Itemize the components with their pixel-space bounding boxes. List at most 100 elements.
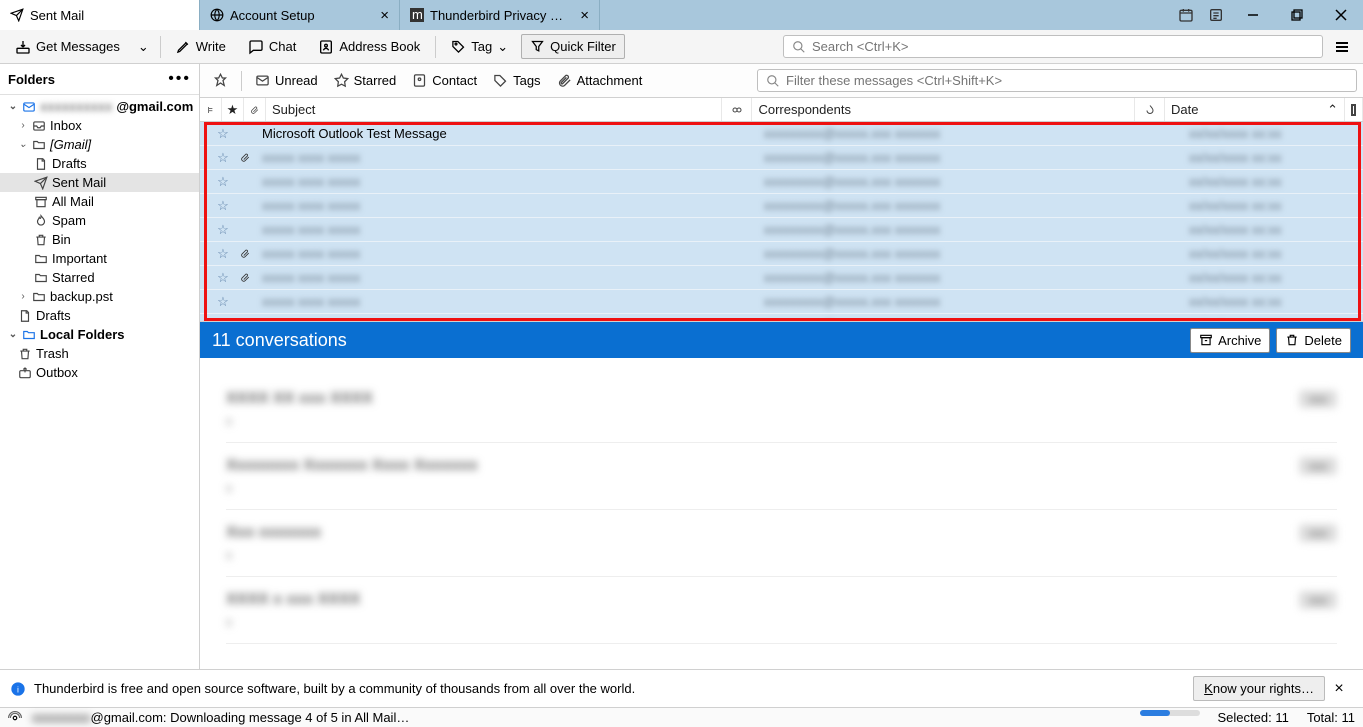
folder-tree[interactable]: ⌄ xxxxxxxxxx@gmail.com › Inbox ⌄ [Gmail]… <box>0 95 199 669</box>
star-toggle[interactable]: ☆ <box>212 194 234 217</box>
folder-inbox[interactable]: › Inbox <box>0 116 199 135</box>
get-messages-dropdown[interactable]: ⌄ <box>133 34 154 60</box>
window-controls <box>1171 0 1363 30</box>
star-toggle[interactable]: ☆ <box>212 170 234 193</box>
message-date: xx/xx/xxxx xx:xx <box>1183 122 1363 145</box>
filter-contact-button[interactable]: Contact <box>405 69 484 92</box>
message-correspondents: xxxxxxxxx@xxxxx.xxx xxxxxxx <box>758 146 1153 169</box>
tab-account-setup[interactable]: Account Setup × <box>200 0 400 30</box>
star-toggle[interactable]: ☆ <box>212 290 234 313</box>
local-folders-row[interactable]: ⌄ Local Folders <box>0 325 199 344</box>
filter-attachment-button[interactable]: Attachment <box>550 69 650 92</box>
message-row[interactable]: ☆xxxxx xxxx xxxxxxxxxxxxxx@xxxxx.xxx xxx… <box>200 314 1363 322</box>
col-size[interactable] <box>1135 98 1165 121</box>
message-filter-input[interactable] <box>786 73 1348 88</box>
tab-sent-mail[interactable]: Sent Mail <box>0 0 200 30</box>
star-toggle[interactable]: ☆ <box>212 218 234 241</box>
col-spam[interactable] <box>722 98 752 121</box>
app-menu-button[interactable] <box>1327 39 1357 55</box>
filter-pin-button[interactable] <box>206 69 235 92</box>
message-preview-pane[interactable]: xxxXXXX XX xxx XXXXx xxxXxxxxxxx Xxxxxxx… <box>200 358 1363 669</box>
folder-spam[interactable]: Spam <box>0 211 199 230</box>
folder-gmail[interactable]: ⌄ [Gmail] <box>0 135 199 154</box>
global-search[interactable] <box>783 35 1323 58</box>
main-toolbar: Get Messages ⌄ Write Chat Address Book T… <box>0 30 1363 64</box>
maximize-button[interactable] <box>1275 0 1319 30</box>
message-row[interactable]: ☆xxxxx xxxx xxxxxxxxxxxxxx@xxxxx.xxx xxx… <box>200 290 1363 314</box>
col-picker[interactable] <box>1345 98 1363 121</box>
calendar-icon[interactable] <box>1171 0 1201 30</box>
close-icon[interactable]: × <box>580 8 589 23</box>
star-toggle[interactable]: ☆ <box>212 242 234 265</box>
preview-item[interactable]: xxxXxx xxxxxxxx <box>226 510 1337 577</box>
quick-filter-button[interactable]: Quick Filter <box>521 34 625 59</box>
folder-important[interactable]: Important <box>0 249 199 268</box>
col-thread[interactable] <box>200 98 222 121</box>
message-row[interactable]: ☆xxxxx xxxx xxxxxxxxxxxxxx@xxxxx.xxx xxx… <box>200 170 1363 194</box>
col-star[interactable]: ★ <box>222 98 244 121</box>
close-icon[interactable]: × <box>380 8 389 23</box>
message-filter-search[interactable] <box>757 69 1357 92</box>
preview-item[interactable]: xxxXXXX XX xxx XXXXx <box>226 376 1337 443</box>
preview-item[interactable]: xxxXxxxxxxx Xxxxxxx Xxxx Xxxxxxxx <box>226 443 1337 510</box>
twisty-icon[interactable]: ⌄ <box>8 329 18 340</box>
folder-sent-mail[interactable]: Sent Mail <box>0 173 199 192</box>
star-toggle[interactable]: ☆ <box>212 122 234 145</box>
twisty-icon[interactable]: ⌄ <box>18 139 28 150</box>
message-row[interactable]: ☆xxxxx xxxx xxxxxxxxxxxxxx@xxxxx.xxx xxx… <box>200 242 1363 266</box>
col-attachment[interactable] <box>244 98 266 121</box>
folder-trash[interactable]: Trash <box>0 344 199 363</box>
activity-icon[interactable] <box>8 711 22 725</box>
svg-text:i: i <box>17 684 19 694</box>
twisty-icon[interactable]: ⌄ <box>8 101 18 112</box>
tag-button[interactable]: Tag ⌄ <box>442 34 517 60</box>
tab-label: Sent Mail <box>30 8 84 23</box>
folder-starred[interactable]: Starred <box>0 268 199 287</box>
folder-drafts[interactable]: Drafts <box>0 154 199 173</box>
folder-backup-drafts[interactable]: Drafts <box>0 306 199 325</box>
tab-privacy-notice[interactable]: m Thunderbird Privacy Notice × <box>400 0 600 30</box>
close-icon[interactable]: × <box>1325 680 1353 698</box>
star-toggle[interactable]: ☆ <box>212 266 234 289</box>
folder-outbox[interactable]: Outbox <box>0 363 199 382</box>
col-subject[interactable]: Subject <box>266 98 722 121</box>
message-correspondents: xxxxxxxxx@xxxxx.xxx xxxxxxx <box>758 170 1153 193</box>
folder-all-mail[interactable]: All Mail <box>0 192 199 211</box>
filter-unread-button[interactable]: Unread <box>248 69 325 92</box>
preview-item[interactable]: xxxXXXX x xxx XXXXx <box>226 577 1337 644</box>
know-your-rights-button[interactable]: Know your rights… <box>1193 676 1325 701</box>
folder-pane-header: Folders ••• <box>0 64 199 95</box>
write-button[interactable]: Write <box>167 34 235 59</box>
filter-starred-button[interactable]: Starred <box>327 69 404 92</box>
star-toggle[interactable]: ☆ <box>212 314 234 322</box>
kebab-icon[interactable]: ••• <box>168 70 191 88</box>
message-row[interactable]: ☆xxxxx xxxx xxxxxxxxxxxxxx@xxxxx.xxx xxx… <box>200 218 1363 242</box>
tasks-icon[interactable] <box>1201 0 1231 30</box>
twisty-icon[interactable]: › <box>18 120 28 131</box>
sent-icon <box>34 176 48 190</box>
folder-bin[interactable]: Bin <box>0 230 199 249</box>
col-correspondents[interactable]: Correspondents <box>752 98 1135 121</box>
message-row[interactable]: ☆xxxxx xxxx xxxxxxxxxxxxxx@xxxxx.xxx xxx… <box>200 146 1363 170</box>
message-row[interactable]: ☆Microsoft Outlook Test Messagexxxxxxxxx… <box>200 122 1363 146</box>
get-messages-button[interactable]: Get Messages <box>6 34 129 60</box>
archive-button[interactable]: Archive <box>1190 328 1270 353</box>
message-row[interactable]: ☆xxxxx xxxx xxxxxxxxxxxxxx@xxxxx.xxx xxx… <box>200 194 1363 218</box>
message-row[interactable]: ☆xxxxx xxxx xxxxxxxxxxxxxx@xxxxx.xxx xxx… <box>200 266 1363 290</box>
close-button[interactable] <box>1319 0 1363 30</box>
delete-button[interactable]: Delete <box>1276 328 1351 353</box>
global-search-input[interactable] <box>812 39 1314 54</box>
flame-icon <box>34 214 48 228</box>
filter-tags-button[interactable]: Tags <box>486 69 547 92</box>
status-total: Total: 11 <box>1307 710 1355 725</box>
chat-button[interactable]: Chat <box>239 34 305 60</box>
minimize-button[interactable] <box>1231 0 1275 30</box>
folder-backup[interactable]: › backup.pst <box>0 287 199 306</box>
star-toggle[interactable]: ☆ <box>212 146 234 169</box>
address-book-button[interactable]: Address Book <box>309 34 429 60</box>
separator <box>160 36 161 58</box>
message-list[interactable]: ☆Microsoft Outlook Test Messagexxxxxxxxx… <box>200 122 1363 322</box>
twisty-icon[interactable]: › <box>18 291 28 302</box>
account-row[interactable]: ⌄ xxxxxxxxxx@gmail.com <box>0 97 199 116</box>
col-date[interactable]: Date⌃ <box>1165 98 1345 121</box>
